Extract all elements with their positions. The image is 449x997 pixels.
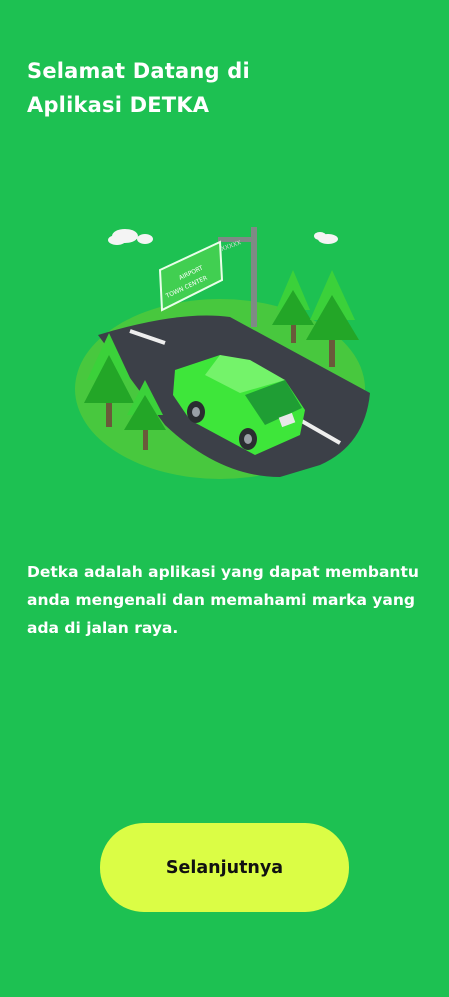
cloud-icon xyxy=(314,232,338,244)
app-description: Detka adalah aplikasi yang dapat membant… xyxy=(27,563,419,637)
title-line-2: Aplikasi DETKA xyxy=(27,93,210,117)
welcome-screen: Selamat Datang di Aplikasi DETKA AIRPORT… xyxy=(0,0,449,997)
road-car-illustration: AIRPORT TOWN CENTER XXXXX xyxy=(75,227,370,479)
page-title: Selamat Datang di Aplikasi DETKA xyxy=(27,54,347,122)
title-line-1: Selamat Datang di xyxy=(27,59,250,83)
cloud-icon xyxy=(108,229,153,245)
next-button[interactable]: Selanjutnya xyxy=(100,823,349,912)
